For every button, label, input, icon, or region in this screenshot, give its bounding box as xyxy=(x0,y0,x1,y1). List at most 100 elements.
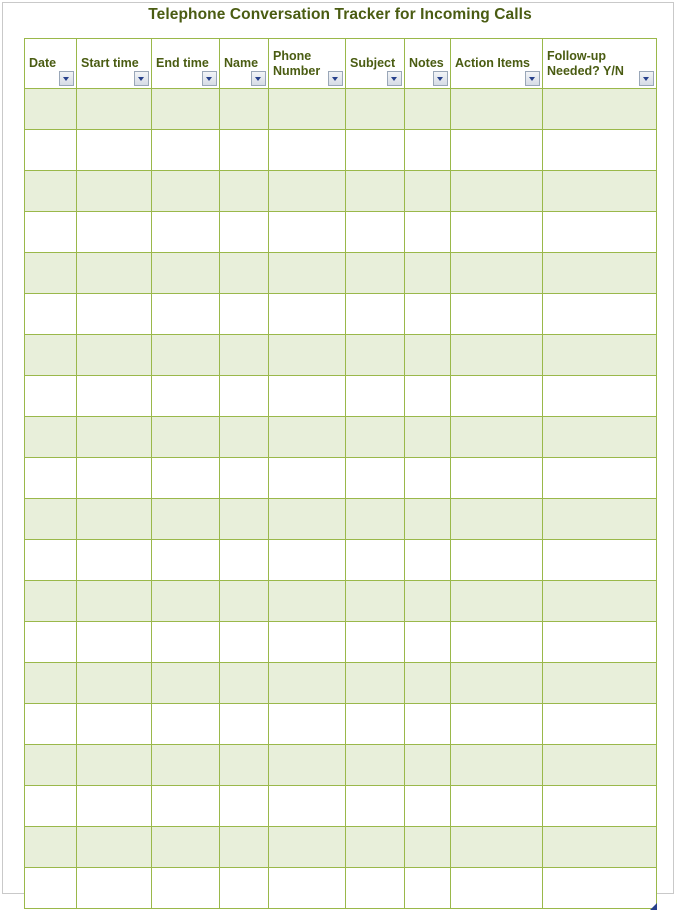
table-cell[interactable] xyxy=(404,703,451,745)
table-cell[interactable] xyxy=(542,416,657,458)
column-header-action-items[interactable]: Action Items xyxy=(450,38,543,89)
table-cell[interactable] xyxy=(542,539,657,581)
table-cell[interactable] xyxy=(404,457,451,499)
table-cell[interactable] xyxy=(345,375,405,417)
table-cell[interactable] xyxy=(219,211,269,253)
table-cell[interactable] xyxy=(268,211,346,253)
table-cell[interactable] xyxy=(268,867,346,909)
filter-dropdown-icon-phone-number[interactable] xyxy=(328,71,343,86)
table-cell[interactable] xyxy=(345,867,405,909)
table-cell[interactable] xyxy=(219,170,269,212)
table-cell[interactable] xyxy=(542,498,657,540)
table-cell[interactable] xyxy=(76,580,152,622)
table-cell[interactable] xyxy=(450,498,543,540)
table-cell[interactable] xyxy=(268,252,346,294)
table-cell[interactable] xyxy=(542,580,657,622)
table-cell[interactable] xyxy=(542,211,657,253)
column-header-end-time[interactable]: End time xyxy=(151,38,220,89)
table-cell[interactable] xyxy=(151,375,220,417)
table-cell[interactable] xyxy=(24,375,77,417)
table-cell[interactable] xyxy=(542,129,657,171)
table-cell[interactable] xyxy=(268,498,346,540)
table-cell[interactable] xyxy=(345,252,405,294)
table-cell[interactable] xyxy=(151,785,220,827)
table-cell[interactable] xyxy=(450,457,543,499)
table-cell[interactable] xyxy=(219,498,269,540)
table-cell[interactable] xyxy=(76,662,152,704)
table-cell[interactable] xyxy=(24,498,77,540)
table-cell[interactable] xyxy=(219,416,269,458)
table-cell[interactable] xyxy=(219,129,269,171)
table-cell[interactable] xyxy=(24,703,77,745)
table-cell[interactable] xyxy=(24,334,77,376)
table-cell[interactable] xyxy=(24,416,77,458)
table-cell[interactable] xyxy=(542,785,657,827)
table-cell[interactable] xyxy=(404,293,451,335)
table-cell[interactable] xyxy=(76,498,152,540)
table-cell[interactable] xyxy=(345,293,405,335)
table-cell[interactable] xyxy=(219,252,269,294)
table-cell[interactable] xyxy=(219,580,269,622)
table-cell[interactable] xyxy=(450,826,543,868)
table-cell[interactable] xyxy=(24,621,77,663)
table-cell[interactable] xyxy=(151,170,220,212)
column-header-follow-up-needed[interactable]: Follow-up Needed? Y/N xyxy=(542,38,657,89)
filter-dropdown-icon-subject[interactable] xyxy=(387,71,402,86)
table-cell[interactable] xyxy=(151,539,220,581)
table-cell[interactable] xyxy=(450,129,543,171)
table-cell[interactable] xyxy=(76,293,152,335)
table-cell[interactable] xyxy=(219,293,269,335)
table-cell[interactable] xyxy=(151,662,220,704)
table-cell[interactable] xyxy=(24,744,77,786)
table-cell[interactable] xyxy=(404,621,451,663)
table-cell[interactable] xyxy=(404,867,451,909)
table-cell[interactable] xyxy=(24,457,77,499)
table-cell[interactable] xyxy=(450,539,543,581)
table-cell[interactable] xyxy=(404,129,451,171)
table-cell[interactable] xyxy=(268,293,346,335)
table-cell[interactable] xyxy=(542,621,657,663)
table-cell[interactable] xyxy=(24,293,77,335)
table-cell[interactable] xyxy=(268,170,346,212)
filter-dropdown-icon-date[interactable] xyxy=(59,71,74,86)
table-cell[interactable] xyxy=(219,88,269,130)
table-cell[interactable] xyxy=(404,416,451,458)
table-cell[interactable] xyxy=(76,375,152,417)
table-cell[interactable] xyxy=(219,867,269,909)
table-cell[interactable] xyxy=(268,785,346,827)
table-cell[interactable] xyxy=(404,539,451,581)
table-cell[interactable] xyxy=(219,662,269,704)
table-cell[interactable] xyxy=(450,252,543,294)
table-cell[interactable] xyxy=(404,662,451,704)
table-cell[interactable] xyxy=(24,88,77,130)
table-cell[interactable] xyxy=(151,703,220,745)
table-cell[interactable] xyxy=(345,334,405,376)
table-cell[interactable] xyxy=(151,826,220,868)
table-cell[interactable] xyxy=(219,334,269,376)
table-cell[interactable] xyxy=(151,498,220,540)
table-cell[interactable] xyxy=(542,703,657,745)
filter-dropdown-icon-action-items[interactable] xyxy=(525,71,540,86)
table-cell[interactable] xyxy=(76,621,152,663)
table-cell[interactable] xyxy=(268,826,346,868)
table-cell[interactable] xyxy=(404,170,451,212)
table-cell[interactable] xyxy=(268,88,346,130)
table-cell[interactable] xyxy=(76,170,152,212)
table-cell[interactable] xyxy=(76,457,152,499)
table-cell[interactable] xyxy=(219,785,269,827)
table-cell[interactable] xyxy=(542,293,657,335)
column-header-date[interactable]: Date xyxy=(24,38,77,89)
table-cell[interactable] xyxy=(76,88,152,130)
table-cell[interactable] xyxy=(345,621,405,663)
table-cell[interactable] xyxy=(219,744,269,786)
table-cell[interactable] xyxy=(76,334,152,376)
table-cell[interactable] xyxy=(404,826,451,868)
table-cell[interactable] xyxy=(24,539,77,581)
table-cell[interactable] xyxy=(404,211,451,253)
table-cell[interactable] xyxy=(24,170,77,212)
table-cell[interactable] xyxy=(450,170,543,212)
table-cell[interactable] xyxy=(345,826,405,868)
table-cell[interactable] xyxy=(151,129,220,171)
table-cell[interactable] xyxy=(268,580,346,622)
table-cell[interactable] xyxy=(542,170,657,212)
